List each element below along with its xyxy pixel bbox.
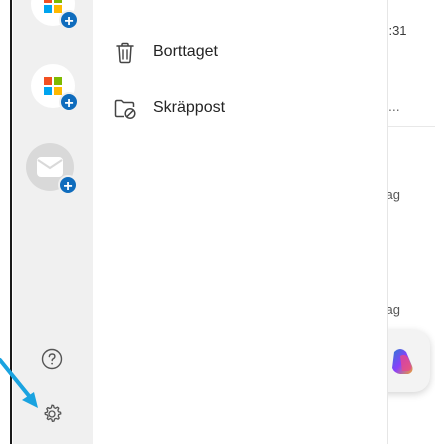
folder-label: Skräppost xyxy=(153,99,226,116)
account-microsoft[interactable]: + xyxy=(31,64,79,112)
add-badge-icon: + xyxy=(58,175,78,195)
microsoft-logo-icon xyxy=(44,77,62,95)
divider xyxy=(388,126,435,127)
junk-folder-icon xyxy=(114,99,136,120)
folder-panel: Borttaget Skräppost xyxy=(93,0,388,444)
mail-icon xyxy=(37,157,63,177)
add-badge-icon: + xyxy=(59,10,79,30)
trash-icon xyxy=(116,42,134,64)
account-microsoft[interactable]: + xyxy=(31,0,79,30)
add-badge-icon: + xyxy=(59,92,79,112)
annotation-arrow-icon xyxy=(0,358,38,408)
account-mail[interactable]: + xyxy=(26,143,78,195)
folder-item-junk[interactable]: Skräppost xyxy=(93,86,388,130)
folder-item-deleted[interactable]: Borttaget xyxy=(93,30,388,74)
folder-label: Borttaget xyxy=(153,43,218,60)
microsoft-logo-icon xyxy=(44,0,62,13)
